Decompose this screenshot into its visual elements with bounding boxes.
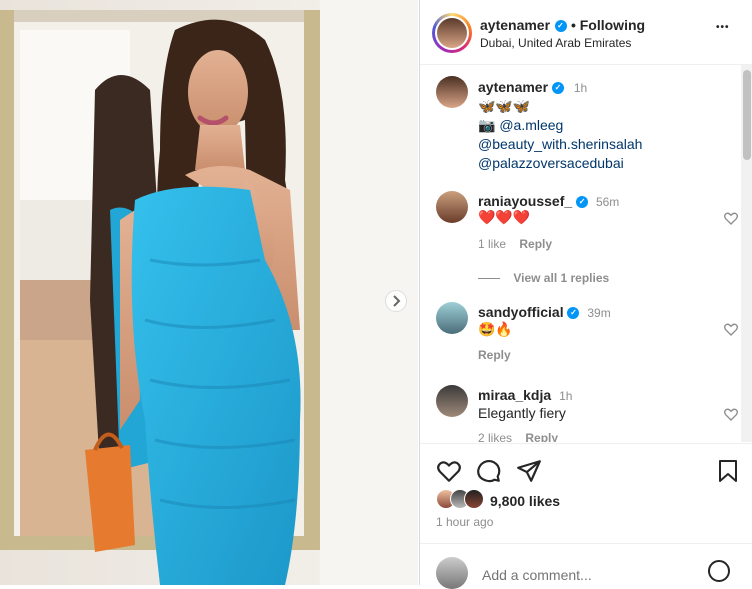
comment-item: miraa_kdja 1h Elegantly fiery 2 likes Re… <box>436 385 736 442</box>
reply-button[interactable]: Reply <box>519 237 552 251</box>
view-replies-button[interactable]: View all 1 replies <box>513 271 609 285</box>
like-comment-heart-icon[interactable] <box>723 210 739 226</box>
comment-text: ❤️❤️❤️ <box>478 209 531 225</box>
comment-text: Elegantly fiery <box>478 405 566 421</box>
like-comment-heart-icon[interactable] <box>723 321 739 337</box>
avatar[interactable] <box>436 191 468 223</box>
comment-username[interactable]: miraa_kdja <box>478 387 551 403</box>
comment-text: 🤩🔥 <box>478 321 513 337</box>
post-side-panel: aytenamer ✓ • Following Dubai, United Ar… <box>419 0 752 589</box>
author-username[interactable]: aytenamer <box>480 17 550 33</box>
post-actions: 9,800 likes 1 hour ago <box>420 443 752 589</box>
comment-item: raniayoussef_ ✓ 56m ❤️❤️❤️ 1 like Reply … <box>436 191 736 285</box>
likes-count[interactable]: 9,800 likes <box>490 493 560 509</box>
share-send-icon[interactable] <box>516 458 542 484</box>
liked-by-avatars[interactable] <box>436 489 490 509</box>
scrollbar-thumb[interactable] <box>743 70 751 160</box>
comment-time: 56m <box>595 195 620 209</box>
reply-button[interactable]: Reply <box>478 348 511 362</box>
post-header: aytenamer ✓ • Following Dubai, United Ar… <box>420 0 752 65</box>
avatar[interactable] <box>436 385 468 417</box>
chevron-right-icon <box>393 295 401 307</box>
comments-scrollbar[interactable] <box>741 65 752 442</box>
reply-button[interactable]: Reply <box>525 431 558 442</box>
comment-time: 39m <box>587 306 611 320</box>
like-heart-icon[interactable] <box>436 458 462 484</box>
like-comment-heart-icon[interactable] <box>723 406 739 422</box>
save-bookmark-icon[interactable] <box>716 458 740 484</box>
verified-badge-icon: ✓ <box>554 19 567 32</box>
verified-badge-icon: ✓ <box>576 196 589 209</box>
verified-badge-icon: ✓ <box>567 307 580 320</box>
next-photo-button[interactable] <box>385 290 407 312</box>
comment-bubble-icon[interactable] <box>476 458 502 484</box>
caption-emoji-line: 🦋🦋🦋 <box>478 98 531 114</box>
post-image <box>0 0 418 585</box>
mention-link[interactable]: @a.mleeg <box>499 117 563 133</box>
avatar <box>437 18 467 48</box>
post-photo[interactable] <box>0 0 418 585</box>
comments-list[interactable]: aytenamer ✓ 1h 🦋🦋🦋 📷 @a.mleeg @beauty_wi… <box>420 65 752 442</box>
emoji-picker-icon[interactable] <box>708 560 730 582</box>
avatar[interactable] <box>436 76 468 108</box>
comment-item: sandyofficial ✓ 39m 🤩🔥 Reply <box>436 302 736 362</box>
post-time: 1 hour ago <box>436 515 494 529</box>
caption: aytenamer ✓ 1h 🦋🦋🦋 📷 @a.mleeg @beauty_wi… <box>436 76 736 176</box>
camera-icon: 📷 <box>478 117 496 133</box>
caption-username[interactable]: aytenamer <box>478 79 548 95</box>
comment-username[interactable]: sandyofficial <box>478 304 564 320</box>
verified-badge-icon: ✓ <box>551 82 564 95</box>
caption-time: 1h <box>573 81 588 95</box>
mention-link[interactable]: @beauty_with.sherinsalah <box>478 135 642 154</box>
following-button[interactable]: Following <box>580 17 645 33</box>
mention-link[interactable]: @palazzoversacedubai <box>478 154 642 173</box>
more-options-button[interactable]: ••• <box>716 22 730 33</box>
comment-likes[interactable]: 2 likes <box>478 431 512 442</box>
comment-username[interactable]: raniayoussef_ <box>478 193 572 209</box>
add-comment-input[interactable] <box>480 564 704 586</box>
location-link[interactable]: Dubai, United Arab Emirates <box>480 36 631 50</box>
avatar[interactable] <box>436 302 468 334</box>
author-avatar-ring[interactable] <box>432 13 472 53</box>
comment-likes[interactable]: 1 like <box>478 237 506 251</box>
avatar <box>436 557 468 589</box>
comment-time: 1h <box>559 389 573 403</box>
